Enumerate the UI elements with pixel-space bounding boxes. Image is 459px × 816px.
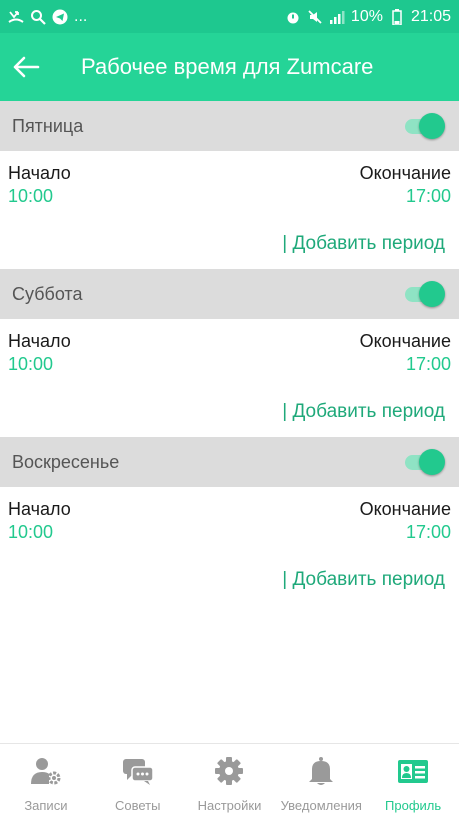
day-header-saturday: Суббота — [0, 269, 459, 319]
period-row: Начало 10:00 Окончание 17:00 | Добавить … — [0, 151, 459, 269]
day-toggle[interactable] — [405, 449, 445, 475]
nav-item-tips[interactable]: Советы — [92, 744, 184, 816]
battery-icon — [389, 8, 405, 25]
missed-call-icon — [8, 9, 24, 25]
end-time[interactable]: 17:00 — [406, 522, 451, 543]
add-period-button[interactable]: | Добавить период — [282, 569, 445, 591]
start-label: Начало — [8, 163, 71, 183]
signal-icon — [329, 9, 345, 25]
nav-label: Записи — [24, 798, 68, 813]
arrow-left-icon — [13, 56, 40, 78]
day-name: Пятница — [12, 115, 84, 136]
user-gear-icon — [30, 758, 61, 785]
end-label: Окончание — [359, 331, 451, 351]
nav-item-records[interactable]: Записи — [0, 744, 92, 816]
alarm-icon — [285, 9, 301, 25]
nav-item-settings[interactable]: Настройки — [184, 744, 276, 816]
id-card-icon — [398, 760, 429, 783]
day-header-friday: Пятница — [0, 101, 459, 151]
bottom-navigation: Записи Советы Настройки Уведомления Проф… — [0, 743, 459, 816]
add-period-button[interactable]: | Добавить период — [282, 233, 445, 255]
day-header-sunday: Воскресенье — [0, 437, 459, 487]
status-overflow-text: ... — [74, 7, 88, 25]
end-label: Окончание — [359, 499, 451, 519]
back-button[interactable] — [4, 45, 48, 89]
start-time[interactable]: 10:00 — [8, 186, 53, 207]
day-toggle[interactable] — [405, 113, 445, 139]
app-bar: Рабочее время для Zumcare — [0, 33, 459, 101]
day-name: Суббота — [12, 283, 83, 304]
end-label: Окончание — [359, 163, 451, 183]
nav-item-profile[interactable]: Профиль — [367, 744, 459, 816]
bell-icon — [309, 757, 334, 785]
nav-item-notifications[interactable]: Уведомления — [275, 744, 367, 816]
period-row: Начало 10:00 Окончание 17:00 | Добавить … — [0, 487, 459, 605]
search-icon — [30, 9, 46, 25]
nav-label: Уведомления — [280, 798, 362, 813]
battery-percent: 10% — [350, 7, 383, 25]
period-row: Начало 10:00 Окончание 17:00 | Добавить … — [0, 319, 459, 437]
day-name: Воскресенье — [12, 451, 120, 472]
end-time[interactable]: 17:00 — [406, 186, 451, 207]
telegram-icon — [52, 9, 68, 25]
start-time[interactable]: 10:00 — [8, 354, 53, 375]
add-period-button[interactable]: | Добавить период — [282, 401, 445, 423]
nav-label: Советы — [114, 798, 161, 813]
gear-icon — [215, 757, 244, 785]
start-label: Начало — [8, 331, 71, 351]
end-time[interactable]: 17:00 — [406, 354, 451, 375]
start-label: Начало — [8, 499, 71, 519]
chat-bubbles-icon — [122, 759, 154, 785]
nav-label: Настройки — [197, 798, 262, 813]
status-bar: ... 10% 21:05 — [0, 0, 459, 33]
mute-icon — [307, 9, 323, 25]
day-toggle[interactable] — [405, 281, 445, 307]
nav-label: Профиль — [385, 798, 442, 813]
start-time[interactable]: 10:00 — [8, 522, 53, 543]
status-time: 21:05 — [410, 7, 451, 25]
page-title: Рабочее время для Zumcare — [81, 54, 374, 79]
